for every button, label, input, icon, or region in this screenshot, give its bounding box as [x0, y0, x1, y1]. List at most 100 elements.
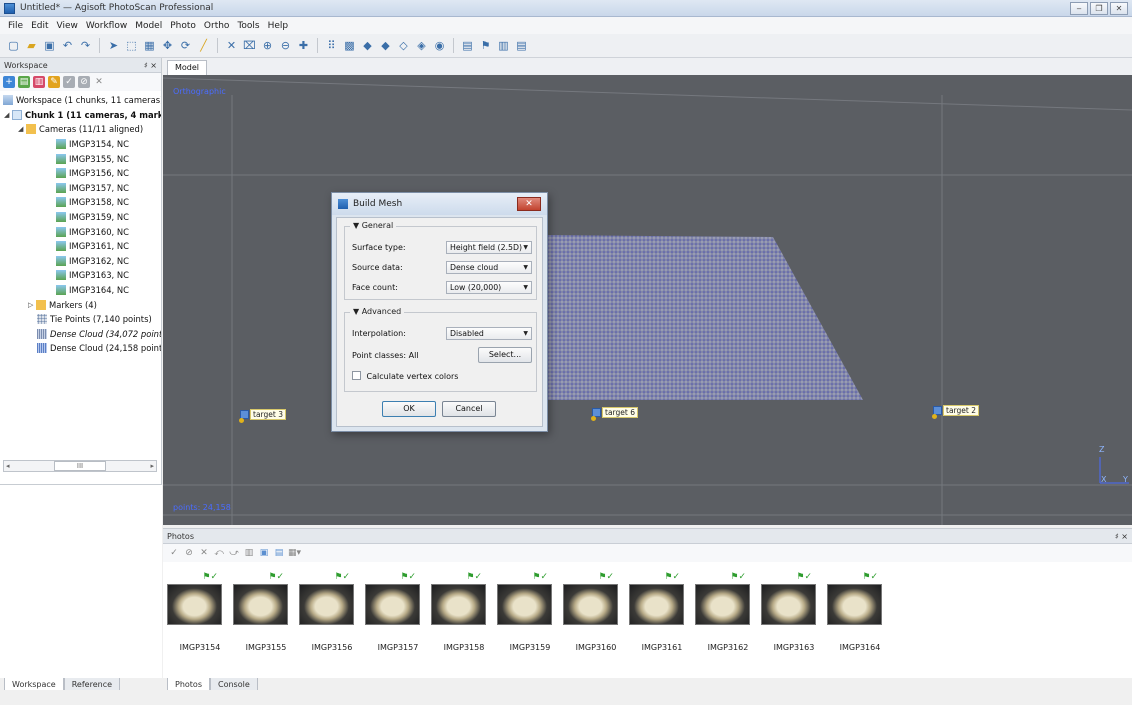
photo-thumbnail[interactable]: ⚑✓ IMGP3160 — [563, 572, 618, 652]
model-viewport[interactable]: Orthographic points: 24,158 target 3 tar… — [163, 75, 1132, 525]
menu-edit[interactable]: Edit — [27, 21, 52, 31]
surface-type-select[interactable]: Height field (2.5D) ▼ — [446, 241, 532, 254]
scroll-right-icon[interactable]: ▸ — [150, 462, 154, 470]
scroll-thumb[interactable]: III — [53, 461, 107, 471]
enable-icon[interactable]: ✓ — [168, 547, 180, 559]
resize-region-icon[interactable]: ▦ — [142, 38, 157, 53]
remove-icon[interactable]: ✕ — [93, 76, 105, 88]
zoom-in-icon[interactable]: ⊕ — [260, 38, 275, 53]
marker-target-3[interactable]: target 3 — [239, 409, 286, 423]
view-details-icon[interactable]: ▤ — [273, 547, 285, 559]
view-mode-dropdown-icon[interactable]: ▦▾ — [288, 547, 301, 559]
menu-file[interactable]: File — [4, 21, 27, 31]
photo-thumbnail[interactable]: ⚑✓ IMGP3161 — [629, 572, 684, 652]
tree-camera-item[interactable]: IMGP3162, NC — [0, 254, 161, 269]
rotate-right-icon[interactable]: ⤻ — [228, 547, 240, 559]
tree-camera-item[interactable]: IMGP3154, NC — [0, 137, 161, 152]
photo-thumbnail[interactable]: ⚑✓ IMGP3156 — [299, 572, 354, 652]
tree-camera-item[interactable]: IMGP3163, NC — [0, 268, 161, 283]
photo-thumbnail[interactable]: ⚑✓ IMGP3163 — [761, 572, 816, 652]
navigation-cursor-icon[interactable]: ➤ — [106, 38, 121, 53]
tree-dense-cloud-1[interactable]: Dense Cloud (34,072 points — [0, 327, 161, 342]
ok-button[interactable]: OK — [382, 401, 436, 417]
delete-selection-icon[interactable]: ✕ — [224, 38, 239, 53]
photo-thumbnail[interactable]: ⚑✓ IMGP3157 — [365, 572, 420, 652]
rotate-left-icon[interactable]: ⤺ — [213, 547, 225, 559]
advanced-group-title[interactable]: ▼ Advanced — [350, 307, 405, 316]
camera-calibration-icon[interactable]: ▥ — [243, 547, 255, 559]
minimize-button[interactable]: ‒ — [1070, 2, 1088, 15]
show-region-icon[interactable]: ▥ — [496, 38, 511, 53]
dense-cloud-icon[interactable]: ▩ — [342, 38, 357, 53]
collapse-triangle-icon[interactable]: ▷ — [28, 301, 36, 309]
photo-thumbnail[interactable]: ⚑✓ IMGP3162 — [695, 572, 750, 652]
tree-chunk[interactable]: ◢ Chunk 1 (11 cameras, 4 mark — [0, 108, 161, 123]
move-region-icon[interactable]: ✥ — [160, 38, 175, 53]
tree-camera-item[interactable]: IMGP3164, NC — [0, 283, 161, 298]
ruler-icon[interactable]: ╱ — [196, 38, 211, 53]
tree-camera-item[interactable]: IMGP3157, NC — [0, 181, 161, 196]
photo-thumbnail[interactable]: ⚑✓ IMGP3159 — [497, 572, 552, 652]
view-thumbnails-icon[interactable]: ▣ — [258, 547, 270, 559]
tree-markers-folder[interactable]: ▷ Markers (4) — [0, 297, 161, 312]
menu-help[interactable]: Help — [264, 21, 293, 31]
expand-triangle-icon[interactable]: ◢ — [4, 111, 12, 119]
tree-dense-cloud-2[interactable]: Dense Cloud (24,158 point — [0, 341, 161, 356]
menu-view[interactable]: View — [53, 21, 82, 31]
photo-thumbnail[interactable]: ⚑✓ IMGP3155 — [233, 572, 288, 652]
cancel-button[interactable]: Cancel — [442, 401, 496, 417]
undo-icon[interactable]: ↶ — [60, 38, 75, 53]
mesh-wireframe-icon[interactable]: ◇ — [396, 38, 411, 53]
tree-cameras-folder[interactable]: ◢ Cameras (11/11 aligned) — [0, 122, 161, 137]
photo-thumbnail[interactable]: ⚑✓ IMGP3154 — [167, 572, 222, 652]
general-group-title[interactable]: ▼ General — [350, 221, 397, 230]
tree-root[interactable]: Workspace (1 chunks, 11 cameras) — [0, 93, 161, 108]
marker-target-6[interactable]: target 6 — [591, 407, 638, 421]
reset-view-icon[interactable]: ✚ — [296, 38, 311, 53]
add-chunk-icon[interactable]: + — [3, 76, 15, 88]
add-photos-icon[interactable]: ▤ — [18, 76, 30, 88]
edit-icon[interactable]: ✎ — [48, 76, 60, 88]
tree-camera-item[interactable]: IMGP3155, NC — [0, 151, 161, 166]
open-folder-icon[interactable]: ▰ — [24, 38, 39, 53]
face-count-select[interactable]: Low (20,000) ▼ — [446, 281, 532, 294]
disable-icon[interactable]: ⊘ — [183, 547, 195, 559]
menu-model[interactable]: Model — [131, 21, 166, 31]
tree-camera-item[interactable]: IMGP3159, NC — [0, 210, 161, 225]
disable-icon[interactable]: ⊘ — [78, 76, 90, 88]
mesh-solid-icon[interactable]: ◆ — [378, 38, 393, 53]
zoom-out-icon[interactable]: ⊖ — [278, 38, 293, 53]
show-markers-icon[interactable]: ⚑ — [478, 38, 493, 53]
save-icon[interactable]: ▣ — [42, 38, 57, 53]
interpolation-select[interactable]: Disabled ▼ — [446, 327, 532, 340]
tree-camera-item[interactable]: IMGP3160, NC — [0, 224, 161, 239]
enable-icon[interactable]: ✓ — [63, 76, 75, 88]
expand-triangle-icon[interactable]: ◢ — [18, 125, 26, 133]
tab-model[interactable]: Model — [167, 60, 208, 75]
add-folder-icon[interactable]: ▥ — [33, 76, 45, 88]
textured-icon[interactable]: ◈ — [414, 38, 429, 53]
tree-tie-points[interactable]: Tie Points (7,140 points) — [0, 312, 161, 327]
photos-dock-buttons[interactable]: ♯ × — [1115, 532, 1128, 541]
redo-icon[interactable]: ↷ — [78, 38, 93, 53]
remove-icon[interactable]: ✕ — [198, 547, 210, 559]
select-classes-button[interactable]: Select... — [478, 347, 532, 363]
show-info-icon[interactable]: ▤ — [514, 38, 529, 53]
scroll-left-icon[interactable]: ◂ — [6, 462, 10, 470]
vertex-colors-checkbox[interactable] — [352, 371, 361, 380]
marker-target-2[interactable]: target 2 — [932, 405, 979, 419]
tree-camera-item[interactable]: IMGP3161, NC — [0, 239, 161, 254]
mesh-shaded-icon[interactable]: ◆ — [360, 38, 375, 53]
point-cloud-icon[interactable]: ⠿ — [324, 38, 339, 53]
tiled-model-icon[interactable]: ◉ — [432, 38, 447, 53]
menu-photo[interactable]: Photo — [166, 21, 200, 31]
menu-workflow[interactable]: Workflow — [82, 21, 131, 31]
tree-camera-item[interactable]: IMGP3156, NC — [0, 166, 161, 181]
show-cameras-icon[interactable]: ▤ — [460, 38, 475, 53]
workspace-dock-buttons[interactable]: ♯ × — [144, 61, 157, 70]
maximize-button[interactable]: ❐ — [1090, 2, 1108, 15]
menu-ortho[interactable]: Ortho — [200, 21, 234, 31]
photo-thumbnail[interactable]: ⚑✓ IMGP3164 — [827, 572, 882, 652]
tree-camera-item[interactable]: IMGP3158, NC — [0, 195, 161, 210]
dialog-close-button[interactable]: ✕ — [517, 197, 541, 211]
